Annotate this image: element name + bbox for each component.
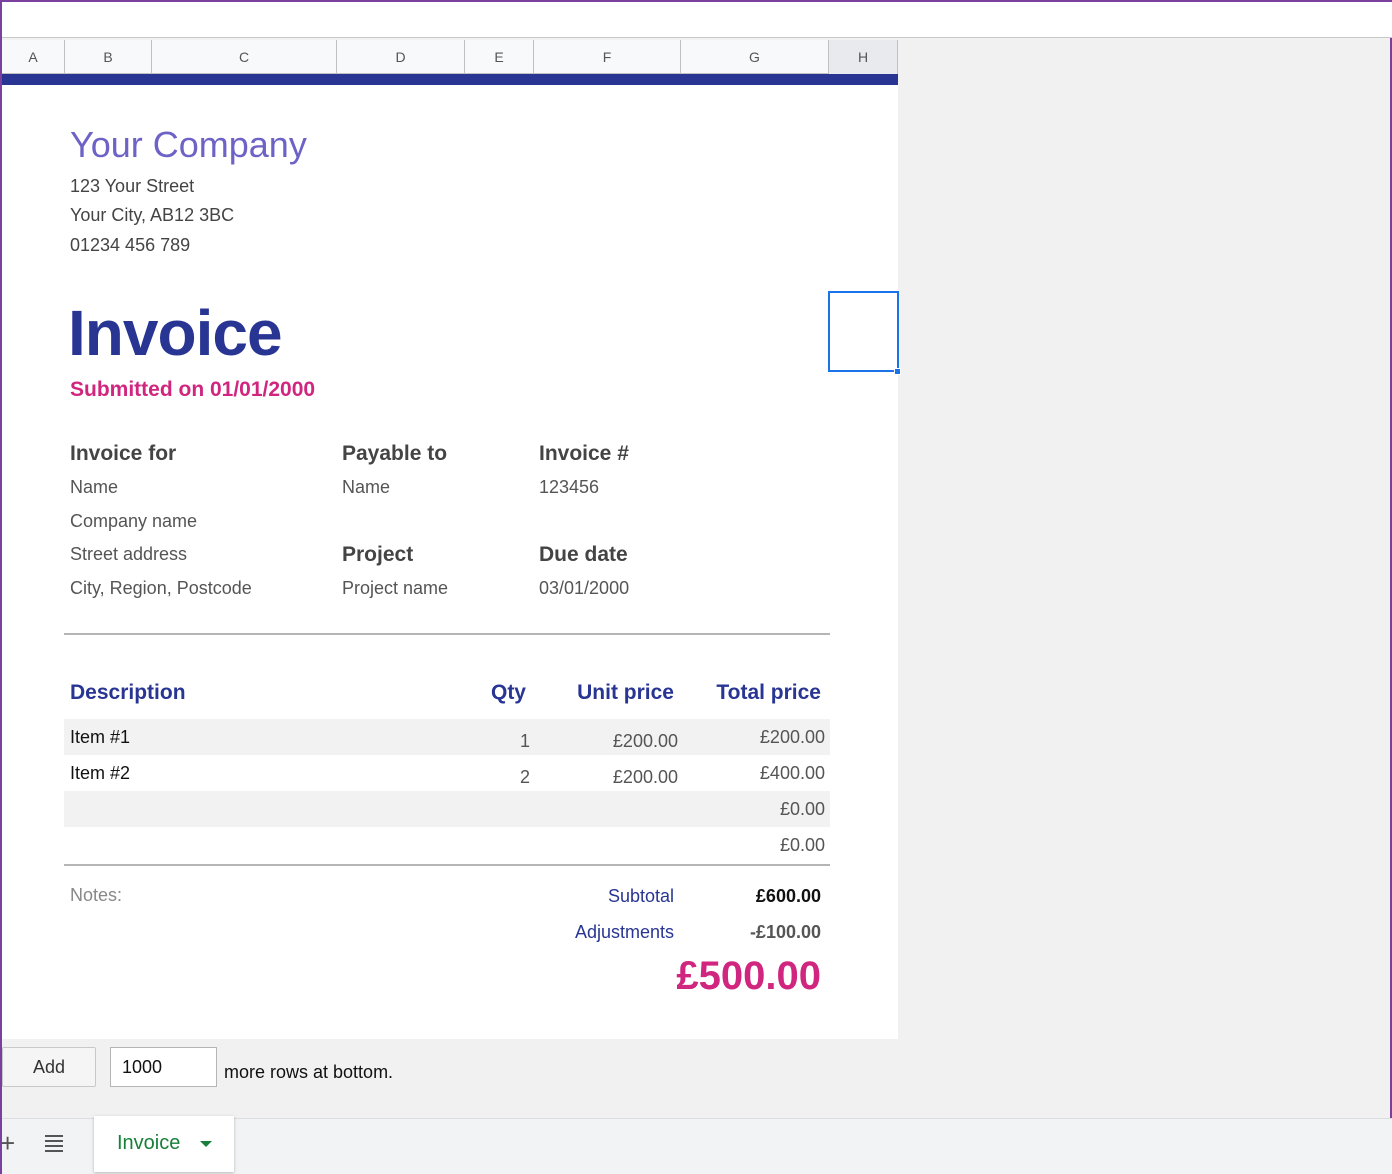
company-street[interactable]: 123 Your Street [70, 176, 194, 197]
header-description[interactable]: Description [70, 681, 186, 705]
header-unit-price[interactable]: Unit price [577, 681, 674, 705]
table-bottom-divider [64, 864, 830, 866]
sheet-tab-invoice[interactable]: Invoice [94, 1116, 234, 1172]
menu-icon[interactable] [45, 1135, 63, 1152]
column-header-c[interactable]: C [152, 40, 337, 74]
add-rows-suffix: more rows at bottom. [224, 1062, 394, 1082]
column-header-h[interactable]: H [829, 40, 898, 74]
table-row[interactable]: £0.00 [64, 791, 830, 827]
row-qty: 1 [519, 731, 530, 751]
subtotal-label[interactable]: Subtotal [608, 886, 674, 907]
toolbar-area [2, 2, 1392, 38]
add-rows-button[interactable]: Add [2, 1047, 96, 1087]
invoice-for-name[interactable]: Name [70, 477, 118, 498]
company-city[interactable]: Your City, AB12 3BC [70, 205, 234, 226]
payable-to-label[interactable]: Payable to [342, 442, 447, 466]
project-name[interactable]: Project name [342, 578, 448, 599]
invoice-for-street[interactable]: Street address [70, 544, 187, 565]
payable-to-name[interactable]: Name [342, 477, 390, 498]
invoice-number-value[interactable]: 123456 [539, 477, 599, 498]
caret-down-icon[interactable] [200, 1141, 212, 1147]
row-unit-price: £200.00 [612, 767, 678, 787]
header-total-price[interactable]: Total price [716, 681, 821, 705]
row-total-price: £200.00 [759, 727, 825, 747]
subtotal-value[interactable]: £600.00 [756, 886, 821, 907]
adjustments-label[interactable]: Adjustments [575, 922, 674, 943]
adjustments-value[interactable]: -£100.00 [750, 922, 821, 943]
selected-cell[interactable] [828, 291, 899, 372]
invoice-for-city[interactable]: City, Region, Postcode [70, 578, 252, 599]
invoice-title[interactable]: Invoice [68, 296, 283, 370]
column-header-e[interactable]: E [465, 40, 534, 74]
header-stripe [2, 74, 898, 85]
row-qty: 2 [519, 767, 530, 787]
column-header-a[interactable]: A [2, 40, 65, 74]
table-row[interactable]: £0.00 [64, 827, 830, 863]
divider [64, 633, 830, 635]
row-description: Item #1 [70, 727, 131, 747]
table-row[interactable]: Item #1 1 £200.00 £200.00 [64, 719, 830, 755]
row-total-price: £400.00 [759, 763, 825, 783]
company-phone[interactable]: 01234 456 789 [70, 235, 190, 256]
row-unit-price: £200.00 [612, 731, 678, 751]
column-header-b[interactable]: B [65, 40, 152, 74]
sheet-tab-label: Invoice [117, 1132, 181, 1154]
submitted-date[interactable]: Submitted on 01/01/2000 [70, 378, 315, 402]
column-headers: A B C D E F G H [2, 40, 898, 74]
due-date-value[interactable]: 03/01/2000 [539, 578, 629, 599]
due-date-label[interactable]: Due date [539, 543, 628, 567]
header-qty[interactable]: Qty [491, 681, 526, 705]
row-total-price: £0.00 [779, 835, 825, 855]
table-row[interactable]: Item #2 2 £200.00 £400.00 [64, 755, 830, 791]
fill-handle[interactable] [894, 368, 901, 375]
company-name[interactable]: Your Company [70, 124, 307, 166]
grand-total[interactable]: £500.00 [676, 954, 821, 999]
invoice-number-label[interactable]: Invoice # [539, 442, 629, 466]
invoice-for-company[interactable]: Company name [70, 511, 197, 532]
column-header-g[interactable]: G [681, 40, 829, 74]
row-total-price: £0.00 [779, 799, 825, 819]
row-description: Item #2 [70, 763, 131, 783]
column-header-f[interactable]: F [534, 40, 681, 74]
invoice-for-label[interactable]: Invoice for [70, 442, 176, 466]
notes-label[interactable]: Notes: [70, 885, 122, 906]
column-header-d[interactable]: D [337, 40, 465, 74]
rows-count-input[interactable] [110, 1047, 217, 1087]
plus-icon[interactable]: + [0, 1128, 15, 1159]
project-label[interactable]: Project [342, 543, 413, 567]
